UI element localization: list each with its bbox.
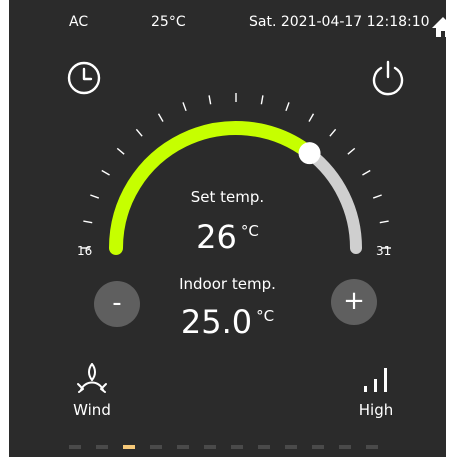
page-dot[interactable] [150,445,162,449]
dial-tick [285,102,290,112]
page-indicator [69,445,378,449]
indoor-temp-label: Indoor temp. [179,275,276,293]
wind-swing-icon[interactable] [75,360,109,394]
page-dot[interactable] [204,445,216,449]
page-dot[interactable] [177,445,189,449]
dial-tick [308,113,315,122]
dial-tick [347,147,356,155]
indoor-temp-unit: °C [256,307,275,325]
page-dot[interactable] [123,445,135,449]
page-dot[interactable] [339,445,351,449]
page-dot[interactable] [312,445,324,449]
page-dot[interactable] [231,445,243,449]
thermostat-panel: AC 25°C Sat. 2021-04-17 12:18:10 16 31 S… [9,0,446,457]
page-dot[interactable] [366,445,378,449]
dial-tick [362,169,371,176]
set-temp-unit: °C [240,222,259,240]
page-dot[interactable] [69,445,81,449]
page-dot[interactable] [96,445,108,449]
set-temp-value: 26 [196,218,237,256]
fan-speed-label: High [358,401,394,419]
dial-tick [182,102,187,112]
wind-label: Wind [73,401,111,419]
dial-tick [157,113,164,122]
dial-knob[interactable] [298,142,321,165]
dial-tick [208,95,212,105]
dial-tick [329,128,337,137]
increase-temp-button[interactable]: + [331,279,377,325]
indoor-temp-readout: 25.0 °C [9,303,446,341]
indoor-temp-value: 25.0 [180,303,253,341]
page-dot[interactable] [258,445,270,449]
signal-bars-icon[interactable] [361,362,391,394]
page-dot[interactable] [285,445,297,449]
set-temp-readout: 26 °C [9,218,446,256]
dial-tick [260,95,264,105]
dial-tick [116,147,125,155]
dial-tick [101,169,110,176]
set-temp-label: Set temp. [190,188,265,206]
decrease-temp-button[interactable]: - [94,281,140,327]
dial-tick [135,128,143,137]
